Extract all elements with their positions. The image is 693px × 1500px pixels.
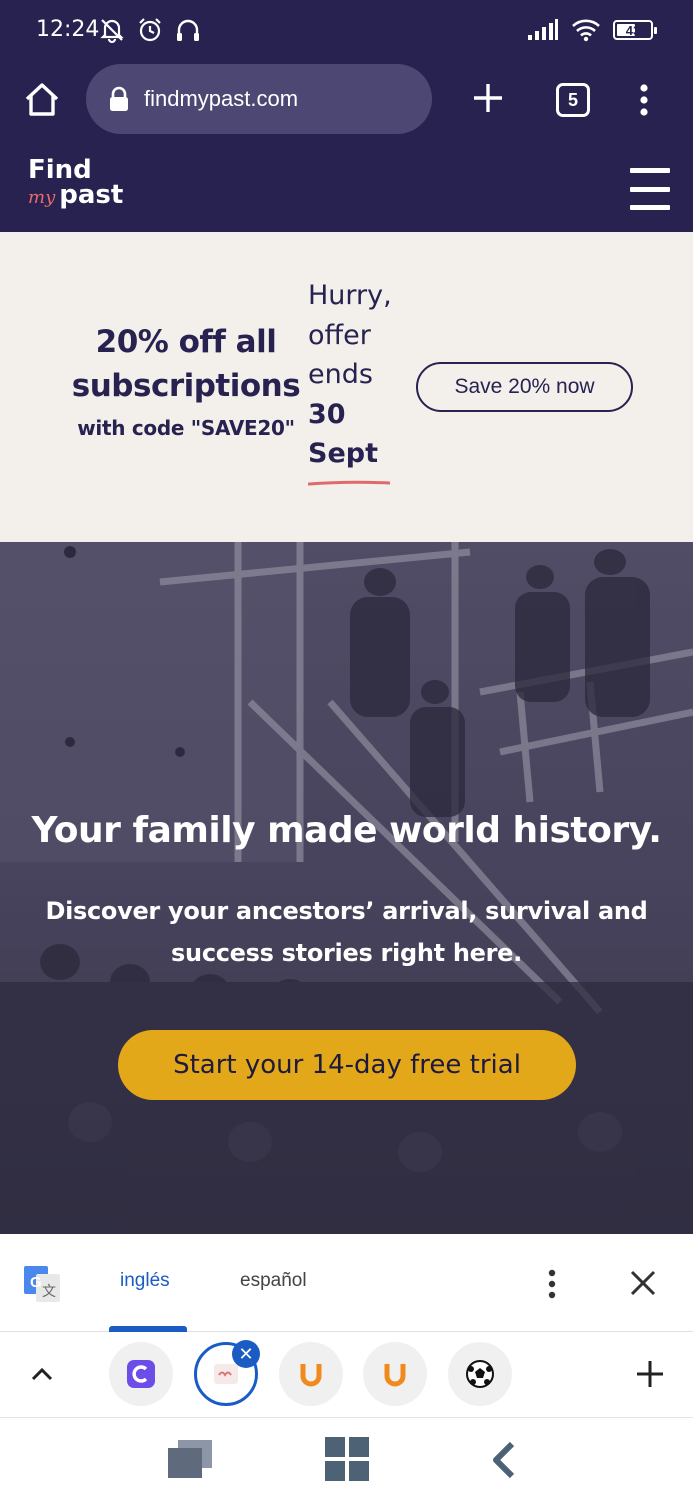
promo-hurry-1: Hurry, [308,280,392,311]
url-text: findmypast.com [144,86,299,111]
soccer-ball-icon [466,1360,494,1388]
hero-section: Your family made world history. Discover… [0,542,693,1234]
svg-text:G: G [30,1274,42,1291]
tab-count: 5 [567,89,578,110]
headphones-icon [177,19,199,41]
chevron-up-icon[interactable] [28,1360,56,1388]
promo-date-1: 30 [308,398,346,430]
system-nav-bar [0,1418,693,1500]
promo-hurry-3: ends [308,359,373,390]
tab-close-icon[interactable]: ✕ [232,1340,260,1368]
hero-historical-photo [0,542,693,1234]
google-translate-icon: G 文 [24,1266,60,1302]
promo-date-2: Sept [308,438,378,469]
wifi-icon [572,19,600,42]
c-app-icon [127,1360,155,1388]
status-icons-left [98,16,202,44]
tabs-icon[interactable]: 5 [556,83,590,117]
promo-title-line2: subscriptions [71,368,301,404]
save-20-button[interactable]: Save 20% now [416,362,633,412]
promo-offer: 20% off all subscriptions with code "SAV… [66,320,306,448]
battery-icon: 43 [613,20,657,40]
signal-icon [528,19,558,40]
hero-subheading: Discover your ancestors’ arrival, surviv… [45,897,648,967]
more-vert-icon[interactable] [634,80,654,120]
promo-title-line1: 20% off all [95,324,277,360]
logo-find: Find [28,155,92,185]
back-icon[interactable] [488,1440,518,1480]
status-time: 12:24 [36,17,100,42]
status-bar: 12:24 43 [0,0,693,62]
site-header: Find my past [0,148,693,232]
u-icon [300,1364,322,1387]
logo-past: past [59,179,124,210]
u-icon [384,1364,406,1387]
tab-item[interactable] [448,1342,512,1406]
hamburger-icon[interactable] [630,168,670,210]
home-grid-icon[interactable] [324,1436,370,1482]
tab-item[interactable] [363,1342,427,1406]
status-icons-right: 43 [527,18,657,42]
plus-icon[interactable] [470,80,506,116]
promo-deadline: Hurry, offer ends 30 Sept [308,276,408,474]
muted-bell-icon [100,19,124,44]
promo-hurry-2: offer [308,319,371,351]
promo-code: with code "SAVE20" [77,416,295,440]
translate-more-icon[interactable] [540,1266,564,1302]
lock-icon [110,86,128,111]
browser-toolbar: findmypast.com 5 [0,62,693,148]
recents-icon[interactable] [166,1438,214,1480]
start-free-trial-button[interactable]: Start your 14-day free trial [118,1030,576,1100]
findmypast-logo[interactable]: Find my past [28,155,124,210]
promo-underline [308,480,390,486]
alarm-icon [139,18,161,42]
translate-bar: G 文 inglés español [0,1234,693,1332]
home-icon[interactable] [22,80,62,120]
battery-level: 43 [625,22,641,38]
close-icon[interactable] [628,1268,658,1298]
logo-my: my [28,186,56,208]
tab-item[interactable] [279,1342,343,1406]
add-tab-icon[interactable] [634,1358,666,1390]
svg-text:文: 文 [42,1284,56,1300]
hero-heading: Your family made world history. [31,810,662,851]
promo-banner: 20% off all subscriptions with code "SAV… [0,232,693,542]
tab-item[interactable] [109,1342,173,1406]
source-language-tab[interactable]: inglés [120,1270,170,1292]
url-bar[interactable]: findmypast.com [86,64,432,134]
target-language-tab[interactable]: español [240,1270,307,1292]
tab-strip: ✕ [0,1332,693,1418]
